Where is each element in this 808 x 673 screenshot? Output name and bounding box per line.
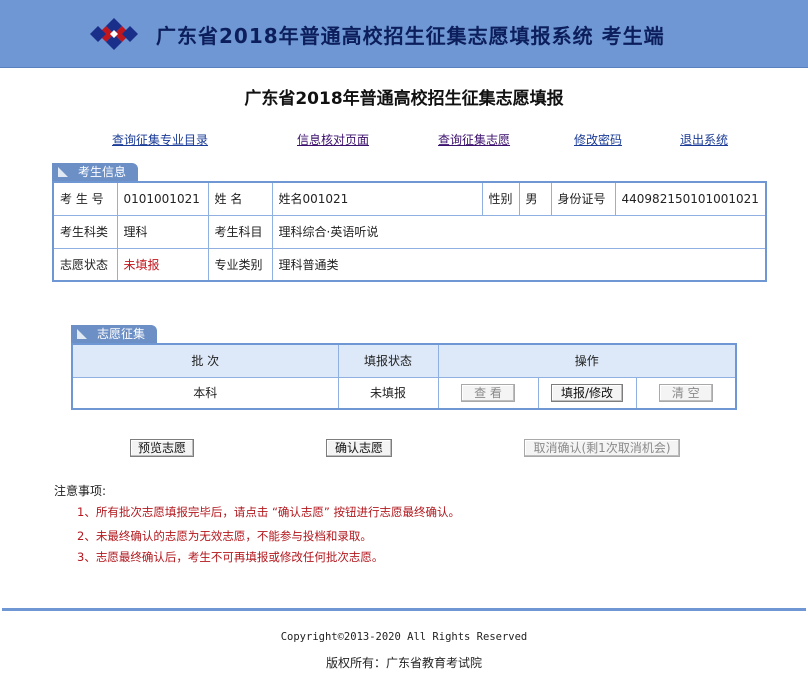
nav-logout[interactable]: 退出系统 xyxy=(680,131,728,148)
status-value: 未填报 xyxy=(116,247,209,282)
view-button[interactable]: 查 看 xyxy=(461,383,515,402)
gender-label: 性别 xyxy=(481,181,520,216)
subjects-value: 理科综合·英语听说 xyxy=(271,214,767,249)
note-item: 2、未最终确认的志愿为无效志愿，不能参与投档和录取。 xyxy=(77,529,372,543)
exam-logo-icon xyxy=(90,18,138,50)
nav-query-volunteers[interactable]: 查询征集志愿 xyxy=(438,131,510,148)
footer-divider xyxy=(2,608,806,611)
major-type-label: 专业类别 xyxy=(207,247,273,282)
clear-cell: 清 空 xyxy=(635,376,737,410)
student-info-table: 考 生 号 0101001021 姓 名 姓名001021 性别 男 身份证号 … xyxy=(52,181,767,282)
exam-no-value: 0101001021 xyxy=(116,181,209,216)
footer-copyright: Copyright©2013-2020 All Rights Reserved xyxy=(280,631,528,643)
volunteer-table: 批 次 填报状态 操作 本科 未填报 查 看 填报/修改 清 空 xyxy=(71,343,737,410)
category-label: 考生科类 xyxy=(52,214,118,249)
table-row: 本科 未填报 查 看 填报/修改 清 空 xyxy=(71,376,737,410)
clear-button[interactable]: 清 空 xyxy=(658,383,713,402)
confirm-button[interactable]: 确认志愿 xyxy=(326,439,392,457)
notes-title: 注意事项: xyxy=(54,484,107,498)
nav-change-password[interactable]: 修改密码 xyxy=(574,131,622,148)
name-value: 姓名001021 xyxy=(271,181,483,216)
cancel-confirm-button[interactable]: 取消确认(剩1次取消机会) xyxy=(524,439,680,457)
info-row-2: 考生科类 理科 考生科目 理科综合·英语听说 xyxy=(52,214,767,249)
note-item: 3、志愿最终确认后，考生不可再填报或修改任何批次志愿。 xyxy=(77,550,384,564)
operations-header: 操作 xyxy=(437,343,737,378)
student-info-tab-label: 考生信息 xyxy=(78,165,127,179)
view-cell: 查 看 xyxy=(437,376,539,410)
batch-cell: 本科 xyxy=(71,376,339,410)
nav-info-check[interactable]: 信息核对页面 xyxy=(297,131,369,148)
tab-corner-icon xyxy=(77,329,87,339)
app-header: 广东省2018年普通高校招生征集志愿填报系统 考生端 xyxy=(0,0,808,68)
category-value: 理科 xyxy=(116,214,209,249)
name-label: 姓 名 xyxy=(207,181,273,216)
preview-button[interactable]: 预览志愿 xyxy=(130,439,194,457)
info-row-3: 志愿状态 未填报 专业类别 理科普通类 xyxy=(52,247,767,282)
info-row-1: 考 生 号 0101001021 姓 名 姓名001021 性别 男 身份证号 … xyxy=(52,181,767,216)
nav-query-majors[interactable]: 查询征集专业目录 xyxy=(112,131,208,148)
status-label: 志愿状态 xyxy=(52,247,118,282)
footer-owner: 版权所有：广东省教育考试院 xyxy=(325,656,482,670)
app-title: 广东省2018年普通高校招生征集志愿填报系统 考生端 xyxy=(156,24,665,48)
volunteer-tab-label: 志愿征集 xyxy=(97,327,146,341)
id-label: 身份证号 xyxy=(550,181,616,216)
edit-cell: 填报/修改 xyxy=(537,376,637,410)
fill-status-header: 填报状态 xyxy=(337,343,439,378)
note-item: 1、所有批次志愿填报完毕后，请点击 “确认志愿” 按钮进行志愿最终确认。 xyxy=(77,505,461,519)
fill-status-cell: 未填报 xyxy=(337,376,439,410)
major-type-value: 理科普通类 xyxy=(271,247,767,282)
gender-value: 男 xyxy=(518,181,552,216)
volunteer-tab: 志愿征集 xyxy=(71,325,157,343)
page-title: 广东省2018年普通高校招生征集志愿填报 xyxy=(244,89,564,109)
tab-corner-icon xyxy=(58,167,68,177)
subjects-label: 考生科目 xyxy=(207,214,273,249)
volunteer-header-row: 批 次 填报状态 操作 xyxy=(71,343,737,378)
student-info-tab: 考生信息 xyxy=(52,163,138,181)
batch-header: 批 次 xyxy=(71,343,339,378)
id-value: 440982150101001021 xyxy=(614,181,767,216)
edit-button[interactable]: 填报/修改 xyxy=(551,383,623,402)
exam-no-label: 考 生 号 xyxy=(52,181,118,216)
